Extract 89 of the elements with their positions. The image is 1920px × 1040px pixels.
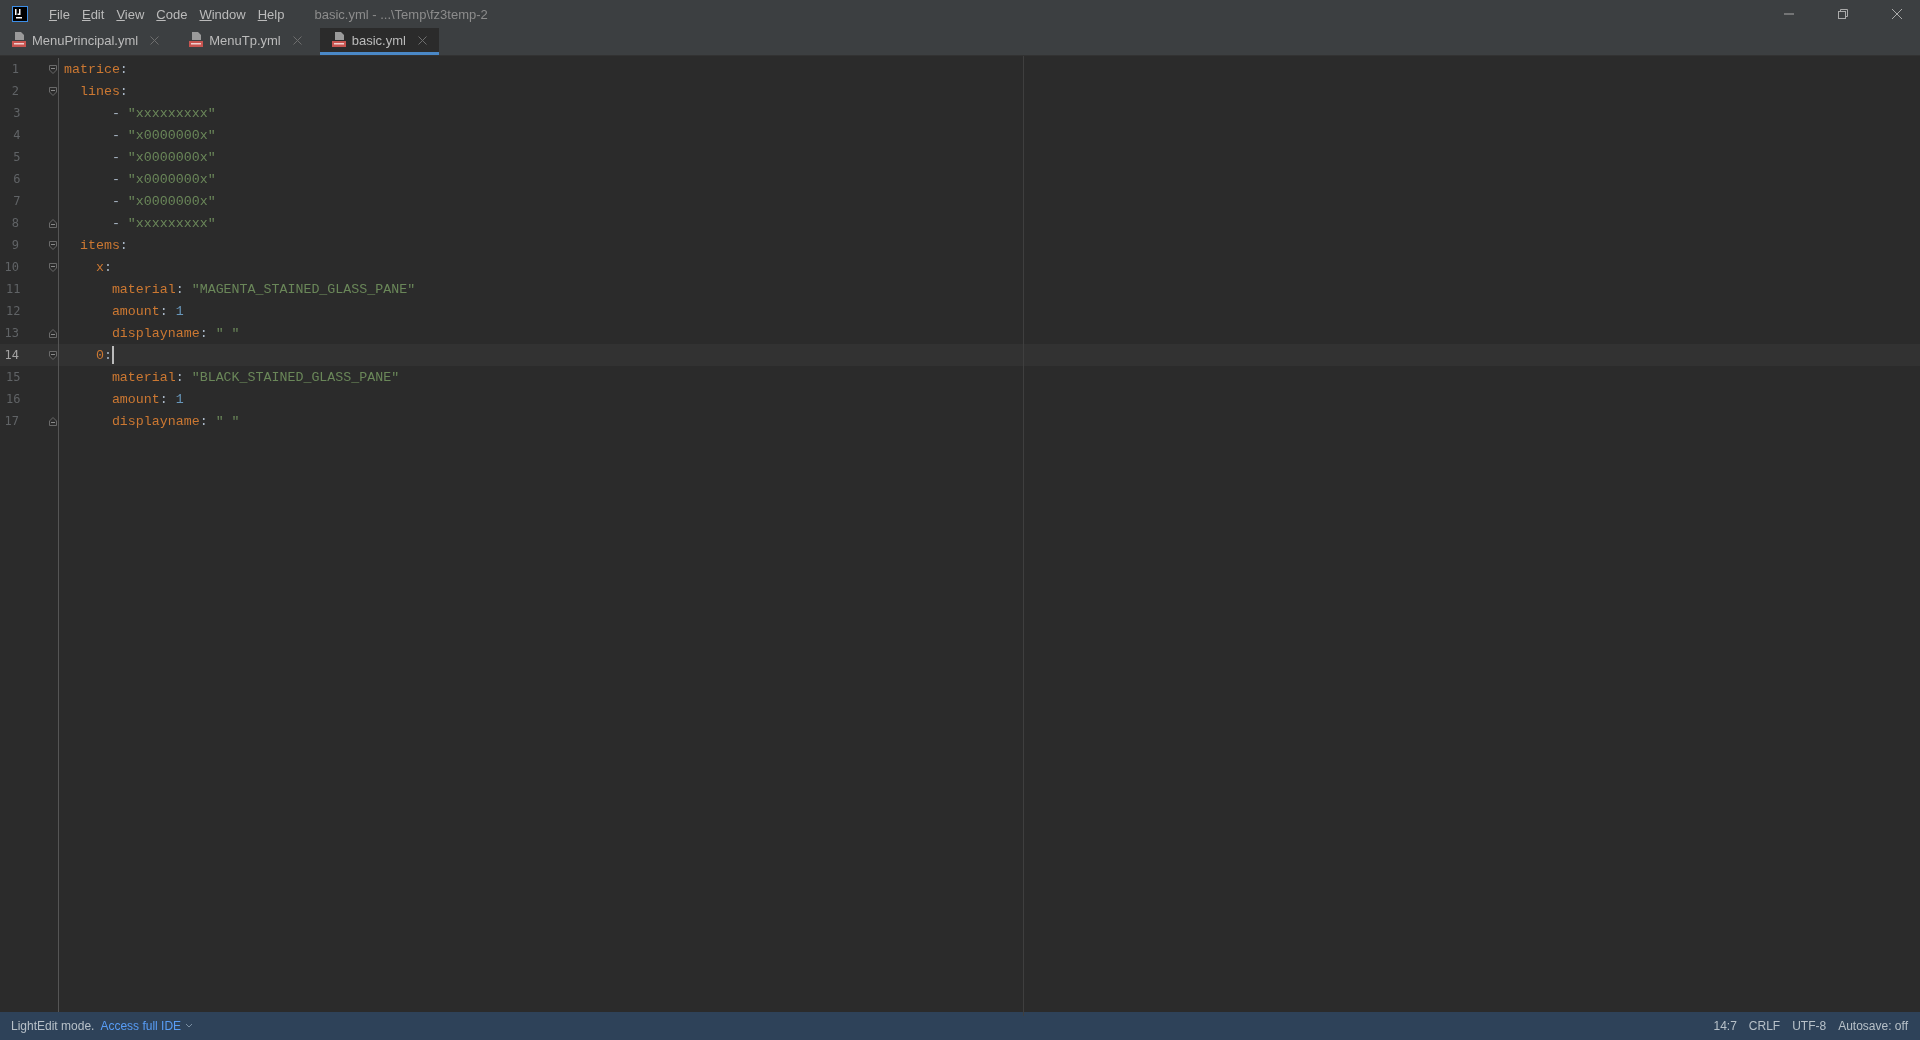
line-number: 7 xyxy=(12,194,21,208)
fold-collapse-icon[interactable] xyxy=(48,239,58,251)
file-tab[interactable]: basic.yml xyxy=(319,28,439,55)
menu-item[interactable]: Help xyxy=(251,6,291,22)
chevron-down-icon[interactable] xyxy=(185,1023,194,1029)
code-token: matrice xyxy=(64,61,120,77)
code-token: : xyxy=(175,369,185,385)
restore-icon[interactable] xyxy=(1837,8,1849,20)
file-tab[interactable]: MenuTp.yml xyxy=(177,28,314,55)
code-token: material xyxy=(110,369,176,385)
line-number: 5 xyxy=(12,150,21,164)
line-number: 3 xyxy=(12,106,21,120)
code-token: - xyxy=(110,149,121,165)
fold-end-icon[interactable] xyxy=(48,217,58,229)
code-token: "xxxxxxxxx" xyxy=(127,105,216,121)
code-token: : xyxy=(175,281,185,297)
line-number: 8 xyxy=(10,216,19,230)
code-token: "BLACK_STAINED_GLASS_PANE" xyxy=(191,369,400,385)
line-number: 9 xyxy=(10,238,19,252)
code-token: material xyxy=(110,281,176,297)
code-token: displayname xyxy=(110,325,200,341)
fold-collapse-icon[interactable] xyxy=(48,85,58,97)
code-token: : xyxy=(159,391,169,407)
code-token: "x0000000x" xyxy=(127,127,216,143)
fold-end-icon[interactable] xyxy=(48,415,58,427)
line-number: 12 xyxy=(5,304,21,318)
close-icon[interactable] xyxy=(1891,8,1903,20)
yaml-file-icon xyxy=(12,32,26,48)
close-tab-icon[interactable] xyxy=(417,35,427,45)
status-item[interactable]: Autosave: off xyxy=(1838,1019,1908,1033)
code-token: : xyxy=(119,83,128,99)
line-number: 14 xyxy=(3,348,19,362)
code-token: " " xyxy=(215,325,240,341)
line-number: 13 xyxy=(3,326,19,340)
code-token: amount xyxy=(110,391,160,407)
code-token: : xyxy=(159,303,169,319)
code-token: : xyxy=(103,259,112,275)
status-item[interactable]: 14:7 xyxy=(1713,1019,1737,1033)
app-logo-icon xyxy=(12,6,28,22)
yaml-file-icon xyxy=(331,32,346,48)
window-title: basic.yml - ...\Temp\fz3temp-2 xyxy=(314,6,488,22)
yaml-file-icon xyxy=(189,32,204,48)
line-number: 1 xyxy=(10,62,19,76)
code-token: displayname xyxy=(110,413,200,429)
status-item[interactable]: CRLF xyxy=(1748,1019,1781,1033)
code-token: amount xyxy=(110,303,160,319)
file-tab[interactable]: MenuPrincipal.yml xyxy=(0,28,172,55)
code-token: " " xyxy=(215,413,240,429)
code-token: : xyxy=(199,413,209,429)
fold-collapse-icon[interactable] xyxy=(48,349,58,361)
code-token: : xyxy=(119,61,128,77)
code-token: - xyxy=(110,193,121,209)
line-number: 6 xyxy=(12,172,21,186)
code-token: - xyxy=(110,171,121,187)
access-ide-link[interactable]: Access full IDE xyxy=(100,1019,182,1033)
code-token: 1 xyxy=(175,303,184,319)
line-number: 2 xyxy=(10,84,19,98)
code-token: "MAGENTA_STAINED_GLASS_PANE" xyxy=(191,281,416,297)
code-token: "xxxxxxxxx" xyxy=(127,215,216,231)
code-token: items xyxy=(78,237,120,253)
line-number: 11 xyxy=(5,282,21,296)
menu-item[interactable]: Edit xyxy=(75,6,111,22)
menu-item[interactable]: View xyxy=(110,6,151,22)
status-item[interactable]: UTF-8 xyxy=(1792,1019,1827,1033)
code-token: : xyxy=(103,347,112,363)
menu-item[interactable]: Code xyxy=(150,6,194,22)
menu-item[interactable]: File xyxy=(43,6,76,22)
line-number: 15 xyxy=(5,370,21,384)
code-token: - xyxy=(110,215,121,231)
code-token: "x0000000x" xyxy=(127,193,216,209)
menu-item[interactable]: Window xyxy=(193,6,252,22)
line-number: 4 xyxy=(12,128,21,142)
code-token: : xyxy=(119,237,128,253)
fold-end-icon[interactable] xyxy=(48,327,58,339)
fold-collapse-icon[interactable] xyxy=(48,261,58,273)
fold-collapse-icon[interactable] xyxy=(48,63,58,75)
code-token: "x0000000x" xyxy=(127,149,216,165)
code-token: 1 xyxy=(175,391,184,407)
mode-label: LightEdit mode. xyxy=(11,1019,95,1033)
line-number: 10 xyxy=(3,260,19,274)
code-token: : xyxy=(199,325,209,341)
line-number: 17 xyxy=(3,414,19,428)
line-number: 16 xyxy=(5,392,21,406)
code-token: lines xyxy=(78,83,120,99)
code-token: "x0000000x" xyxy=(127,171,216,187)
code-token: - xyxy=(110,127,121,143)
code-token: 0 xyxy=(94,347,104,363)
code-token: - xyxy=(110,105,121,121)
code-token: x xyxy=(94,259,104,275)
